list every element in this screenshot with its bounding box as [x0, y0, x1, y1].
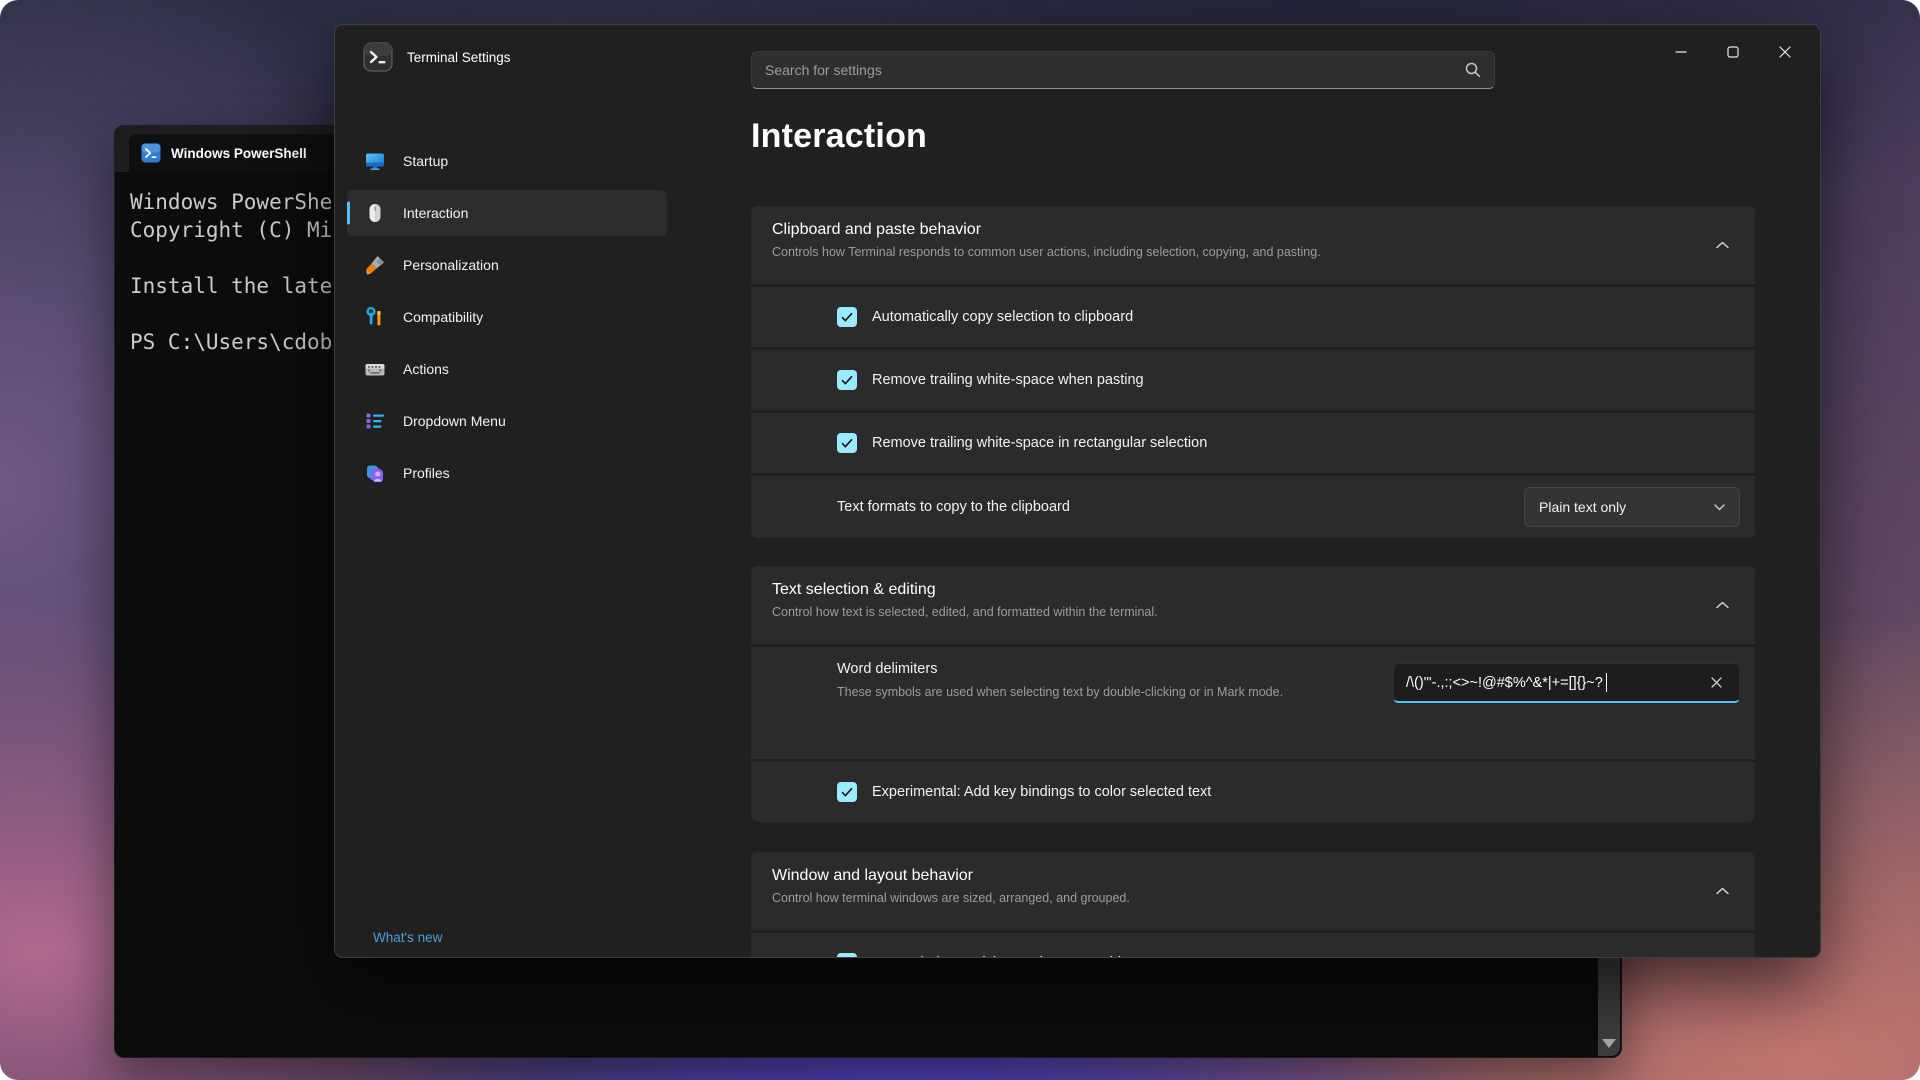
- sidebar-item-label: Interaction: [403, 205, 468, 221]
- clear-x-icon[interactable]: [1703, 670, 1729, 696]
- checkbox-trim-block-selection[interactable]: [837, 433, 857, 453]
- expander-header-window-layout[interactable]: Window and layout behavior Control how t…: [751, 852, 1755, 930]
- checkbox-copy-on-select[interactable]: [837, 307, 857, 327]
- checkbox-color-selection[interactable]: [837, 782, 857, 802]
- chevron-up-icon[interactable]: [1716, 241, 1729, 249]
- dropdown-menu-icon: [364, 410, 386, 432]
- close-icon[interactable]: [1764, 35, 1806, 69]
- section-clipboard: Clipboard and paste behavior Controls ho…: [751, 206, 1755, 538]
- setting-row-color-selection: Experimental: Add key bindings to color …: [751, 762, 1755, 822]
- expander-header-clipboard[interactable]: Clipboard and paste behavior Controls ho…: [751, 206, 1755, 284]
- terminal-icon: [363, 42, 393, 77]
- window-title: Terminal Settings: [407, 50, 511, 65]
- sidebar-item-startup[interactable]: Startup: [347, 138, 667, 184]
- section-text-selection: Text selection & editing Control how tex…: [751, 566, 1755, 822]
- setting-label: Text formats to copy to the clipboard: [837, 499, 1070, 515]
- section-description: Controls how Terminal responds to common…: [772, 245, 1733, 259]
- expander-header-text-selection[interactable]: Text selection & editing Control how tex…: [751, 566, 1755, 644]
- terminal-tab-title: Windows PowerShell: [171, 146, 307, 161]
- paintbrush-icon: [364, 254, 386, 276]
- chevron-down-icon: [1714, 504, 1725, 511]
- section-description: Control how terminal windows are sized, …: [772, 891, 1733, 905]
- text-caret: [1606, 673, 1608, 692]
- tools-icon: [364, 306, 386, 328]
- setting-label: Automatically copy selection to clipboar…: [872, 309, 1133, 325]
- sidebar-item-label: Personalization: [403, 257, 499, 273]
- sidebar-item-profiles[interactable]: Profiles: [347, 450, 667, 496]
- sidebar-item-label: Startup: [403, 153, 448, 169]
- chevron-up-icon[interactable]: [1716, 887, 1729, 895]
- keyboard-icon: [364, 358, 386, 380]
- dropdown-value: Plain text only: [1539, 499, 1626, 515]
- setting-row-snap-to-grid: Snap window resizing to character grid: [751, 933, 1755, 958]
- settings-page: Interaction Clipboard and paste behavior…: [751, 25, 1755, 957]
- checkbox-trim-paste[interactable]: [837, 370, 857, 390]
- setting-label: Remove trailing white-space in rectangul…: [872, 435, 1207, 451]
- terminal-output: Windows PowerShe Copyright (C) Mi Instal…: [130, 188, 332, 356]
- scroll-down-arrow-icon[interactable]: [1602, 1039, 1616, 1048]
- word-delimiters-value: /\()"'-.,:;<>~!@#$%^&*|+=[]{}~?: [1406, 675, 1603, 691]
- setting-description: These symbols are used when selecting te…: [837, 683, 1337, 702]
- sidebar-item-personalization[interactable]: Personalization: [347, 242, 667, 288]
- sidebar-item-interaction[interactable]: Interaction: [347, 190, 667, 236]
- sidebar-item-dropdown-menu[interactable]: Dropdown Menu: [347, 398, 667, 444]
- whats-new-link[interactable]: What's new: [373, 930, 442, 945]
- section-window-layout: Window and layout behavior Control how t…: [751, 852, 1755, 958]
- sidebar-item-label: Actions: [403, 361, 449, 377]
- copy-formatting-dropdown[interactable]: Plain text only: [1524, 487, 1740, 527]
- checkbox-snap-to-grid[interactable]: [837, 953, 857, 958]
- setting-row-word-delimiters: Word delimiters These symbols are used w…: [751, 647, 1755, 759]
- sidebar-item-label: Compatibility: [403, 309, 483, 325]
- setting-row-trim-block-selection: Remove trailing white-space in rectangul…: [751, 413, 1755, 473]
- setting-row-copy-on-select: Automatically copy selection to clipboar…: [751, 287, 1755, 347]
- chevron-up-icon[interactable]: [1716, 601, 1729, 609]
- powershell-icon: [141, 143, 161, 163]
- setting-row-trim-paste: Remove trailing white-space when pasting: [751, 350, 1755, 410]
- page-title: Interaction: [751, 117, 927, 156]
- mouse-icon: [364, 202, 386, 224]
- section-description: Control how text is selected, edited, an…: [772, 605, 1733, 619]
- desktop-wallpaper: Windows PowerShell Windows PowerShe Copy…: [0, 0, 1920, 1080]
- setting-label: Snap window resizing to character grid: [872, 955, 1121, 958]
- profiles-icon: [364, 462, 386, 484]
- section-title: Window and layout behavior: [772, 867, 1733, 885]
- sidebar-item-label: Dropdown Menu: [403, 413, 506, 429]
- section-title: Clipboard and paste behavior: [772, 221, 1733, 239]
- sidebar-item-compatibility[interactable]: Compatibility: [347, 294, 667, 340]
- startup-monitor-icon: [364, 150, 386, 172]
- section-title: Text selection & editing: [772, 581, 1733, 599]
- word-delimiters-input[interactable]: /\()"'-.,:;<>~!@#$%^&*|+=[]{}~?: [1393, 663, 1740, 703]
- setting-row-copy-formatting: Text formats to copy to the clipboard Pl…: [751, 476, 1755, 538]
- setting-label: Remove trailing white-space when pasting: [872, 372, 1144, 388]
- sidebar-item-actions[interactable]: Actions: [347, 346, 667, 392]
- setting-label: Experimental: Add key bindings to color …: [872, 784, 1211, 800]
- sidebar-item-label: Profiles: [403, 465, 450, 481]
- terminal-settings-window: Terminal Settings: [334, 24, 1821, 958]
